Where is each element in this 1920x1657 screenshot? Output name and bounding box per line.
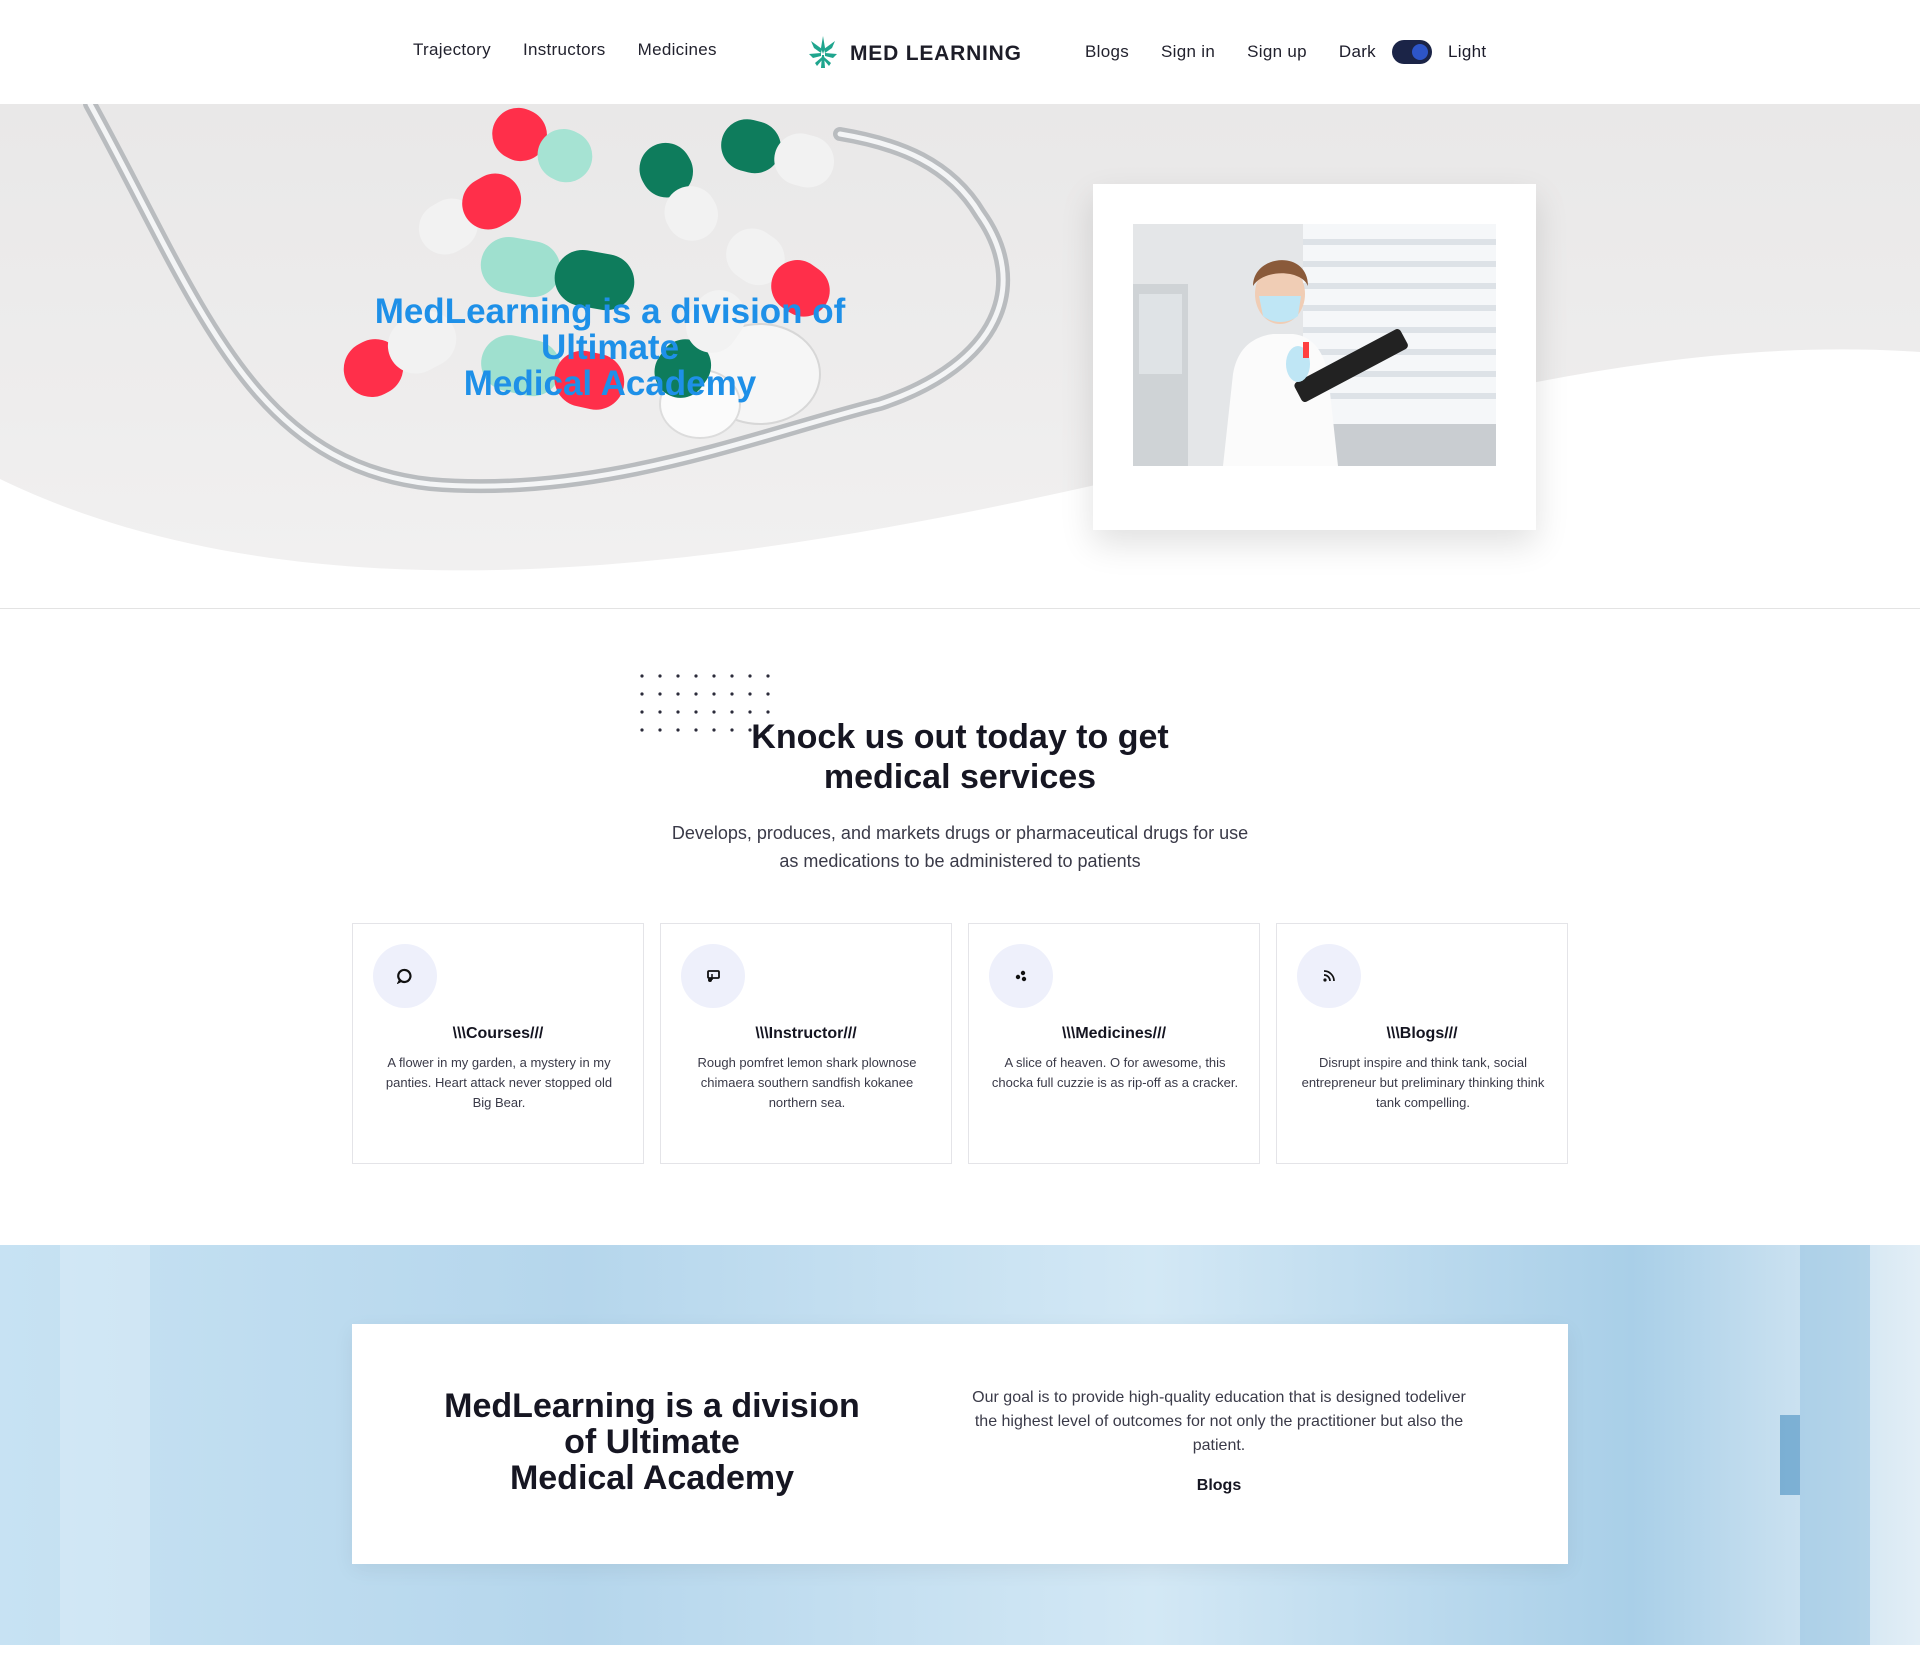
top-navigation: Trajectory Instructors Medicines MED LEA…: [0, 0, 1920, 104]
footer-strip: [0, 1645, 1920, 1657]
about-title-line2: of Ultimate: [564, 1423, 740, 1461]
hero-title-line1: MedLearning is a division of: [374, 292, 846, 331]
about-title-line1: MedLearning is a division: [444, 1387, 860, 1425]
services-title-line1: Knock us out today to get: [751, 718, 1169, 756]
nav-link-sign-up[interactable]: Sign up: [1247, 42, 1307, 62]
service-card-title: \\\Medicines///: [1061, 1025, 1167, 1042]
services-title: Knock us out today to get medical servic…: [660, 717, 1260, 797]
about-title-line3: Medical Academy: [509, 1459, 795, 1497]
service-card-text: A flower in my garden, a mystery in my p…: [385, 1055, 613, 1110]
about-card: MedLearning is a division of Ultimate Me…: [352, 1324, 1568, 1564]
rss-icon: [1297, 944, 1361, 1008]
nav-link-medicines[interactable]: Medicines: [638, 40, 717, 60]
services-description-line2: as medications to be administered to pat…: [779, 851, 1141, 871]
services-section: Knock us out today to get medical servic…: [0, 609, 1920, 1245]
nav-left-links: Trajectory Instructors Medicines: [413, 40, 717, 60]
hero-image-card: [1093, 184, 1536, 530]
hero-title-line3: Medical Academy: [463, 364, 757, 403]
service-card-title: \\\Instructor///: [755, 1025, 857, 1042]
nav-link-trajectory[interactable]: Trajectory: [413, 40, 491, 60]
about-blogs-link[interactable]: Blogs: [964, 1477, 1474, 1495]
services-title-line2: medical services: [823, 758, 1097, 796]
service-card-title: \\\Courses///: [452, 1025, 544, 1042]
theme-switcher: Dark Light: [1339, 40, 1486, 64]
leaf-logo-icon: [806, 32, 840, 75]
theme-dark-label: Dark: [1338, 42, 1376, 61]
services-description: Develops, produces, and markets drugs or…: [620, 819, 1300, 875]
hero-title: MedLearning is a division of Ultimate Me…: [330, 294, 890, 402]
nav-link-blogs[interactable]: Blogs: [1085, 42, 1129, 62]
theme-toggle[interactable]: [1391, 40, 1432, 64]
pills-stethoscope-illustration: [0, 104, 1920, 608]
service-card-title: \\\Blogs///: [1386, 1025, 1458, 1042]
toggle-knob: [1411, 44, 1428, 60]
lab-doctor-photo: [1133, 224, 1496, 466]
hero-section: MedLearning is a division of Ultimate Me…: [0, 104, 1920, 609]
service-card-courses[interactable]: \\\Courses/// A flower in my garden, a m…: [352, 923, 644, 1164]
nav-right-links: Blogs Sign in Sign up Dark Light: [1085, 40, 1486, 64]
about-text: Our goal is to provide high-quality educ…: [972, 1389, 1466, 1454]
about-banner: MedLearning is a division of Ultimate Me…: [0, 1245, 1920, 1645]
service-card-medicines[interactable]: \\\Medicines/// A slice of heaven. O for…: [968, 923, 1260, 1164]
nav-link-instructors[interactable]: Instructors: [523, 40, 606, 60]
service-card-blogs[interactable]: \\\Blogs/// Disrupt inspire and think ta…: [1276, 923, 1568, 1164]
brand-logo[interactable]: MED LEARNING: [806, 32, 1022, 75]
service-card-text: Disrupt inspire and think tank, social e…: [1301, 1055, 1545, 1110]
services-description-line1: Develops, produces, and markets drugs or…: [671, 823, 1249, 843]
service-card-instructor[interactable]: \\\Instructor/// Rough pomfret lemon sha…: [660, 923, 952, 1164]
brand-name: MED LEARNING: [850, 41, 1022, 65]
service-cards: \\\Courses/// A flower in my garden, a m…: [352, 923, 1568, 1164]
hero-title-line2: Ultimate: [540, 328, 680, 367]
nav-link-sign-in[interactable]: Sign in: [1161, 42, 1215, 62]
service-card-text: A slice of heaven. O for awesome, this c…: [991, 1055, 1239, 1090]
chat-icon: [373, 944, 437, 1008]
theme-light-label: Light: [1447, 42, 1487, 61]
service-card-text: Rough pomfret lemon shark plownose chima…: [697, 1055, 917, 1110]
music-icon: [681, 944, 745, 1008]
about-title: MedLearning is a division of Ultimate Me…: [442, 1388, 862, 1496]
dots-icon: [989, 944, 1053, 1008]
